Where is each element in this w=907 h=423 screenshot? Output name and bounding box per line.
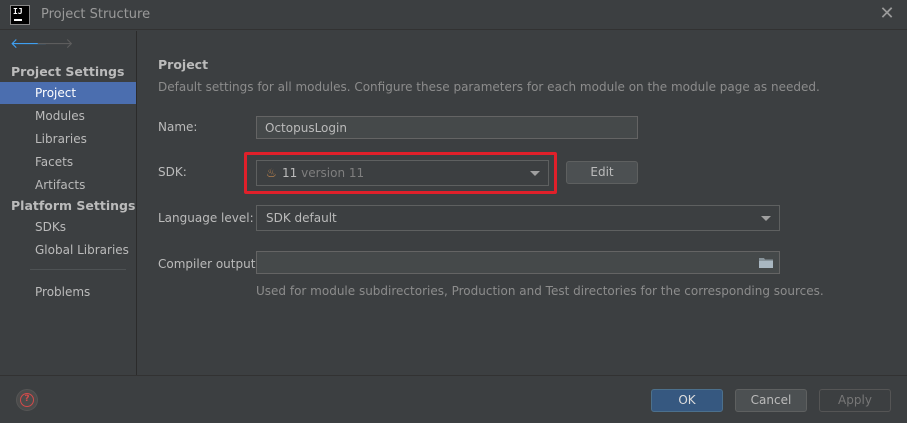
- cancel-button[interactable]: Cancel: [735, 389, 807, 412]
- sidebar-item-problems[interactable]: Problems: [0, 281, 136, 303]
- sidebar-divider: [30, 269, 126, 270]
- sidebar-item-artifacts[interactable]: Artifacts: [0, 174, 136, 196]
- help-button[interactable]: ?: [16, 389, 38, 411]
- title-bar: IJ Project Structure ✕: [0, 0, 907, 30]
- compiler-output-label: Compiler output:: [158, 257, 260, 271]
- edit-sdk-button[interactable]: Edit: [566, 161, 638, 184]
- sidebar-item-sdks[interactable]: SDKs: [0, 216, 136, 238]
- platform-settings-header: Platform Settings: [11, 198, 136, 213]
- apply-button[interactable]: Apply: [819, 389, 891, 412]
- java-icon: ♨: [266, 166, 277, 180]
- project-settings-header: Project Settings: [11, 64, 125, 79]
- sdk-dropdown[interactable]: ♨ 11 version 11: [256, 160, 549, 186]
- close-icon[interactable]: ✕: [877, 4, 897, 24]
- chevron-down-icon: [761, 216, 771, 221]
- sidebar-item-libraries[interactable]: Libraries: [0, 128, 136, 150]
- sidebar: 🡐 🡒 Project Settings Project Modules Lib…: [0, 31, 137, 375]
- language-level-dropdown[interactable]: SDK default: [256, 205, 780, 231]
- window-title: Project Structure: [41, 7, 151, 22]
- sidebar-item-global-libraries[interactable]: Global Libraries: [0, 239, 136, 261]
- section-description: Default settings for all modules. Config…: [158, 80, 820, 94]
- folder-icon[interactable]: [759, 257, 773, 268]
- compiler-output-input[interactable]: [256, 251, 780, 274]
- compiler-output-hint: Used for module subdirectories, Producti…: [256, 284, 824, 298]
- language-level-label: Language level:: [158, 211, 254, 225]
- dialog-footer: ? OK Cancel Apply: [0, 375, 907, 423]
- section-title: Project: [158, 57, 209, 72]
- logo-text: IJ: [13, 7, 23, 16]
- intellij-logo-icon: IJ: [10, 5, 30, 25]
- sdk-label: SDK:: [158, 165, 187, 179]
- project-settings-panel: Project Default settings for all modules…: [138, 31, 907, 375]
- name-label: Name:: [158, 120, 198, 134]
- sdk-version: version 11: [301, 166, 365, 180]
- sidebar-item-modules[interactable]: Modules: [0, 105, 136, 127]
- help-icon: ?: [20, 393, 34, 407]
- chevron-down-icon: [530, 171, 540, 176]
- sidebar-item-facets[interactable]: Facets: [0, 151, 136, 173]
- language-level-value: SDK default: [266, 211, 337, 225]
- project-name-input[interactable]: [256, 116, 638, 139]
- sidebar-item-project[interactable]: Project: [0, 82, 136, 104]
- forward-arrow-icon[interactable]: 🡒: [36, 35, 74, 52]
- sdk-name: 11: [282, 166, 298, 180]
- ok-button[interactable]: OK: [651, 389, 723, 412]
